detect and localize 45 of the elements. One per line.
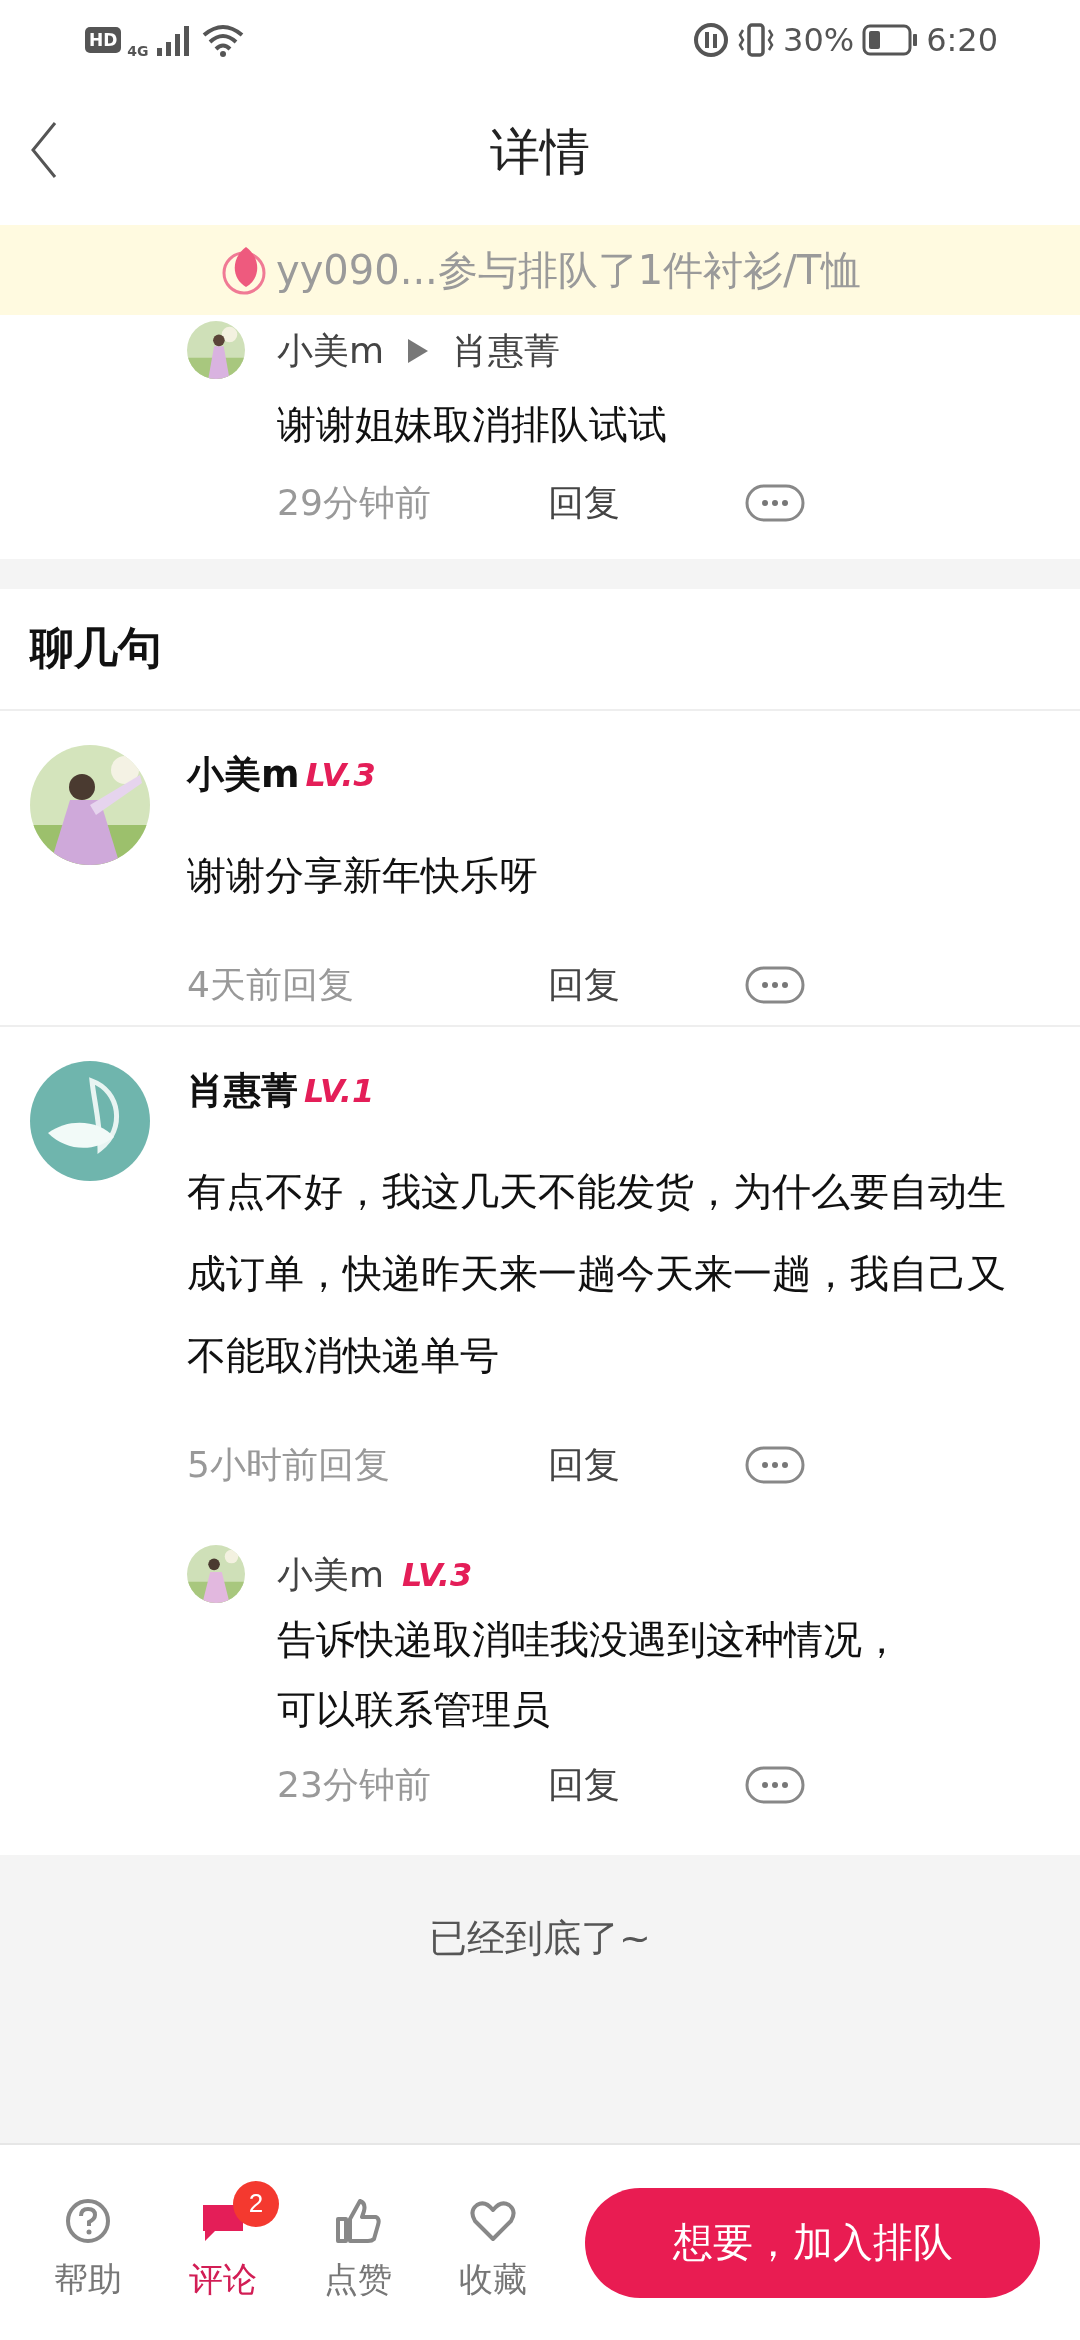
more-icon[interactable]	[745, 1766, 805, 1804]
clock: 6:20	[926, 21, 998, 59]
reply-text: 谢谢姐妹取消排队试试	[277, 401, 668, 449]
wifi-icon	[200, 23, 245, 57]
comment-text: 谢谢分享新年快乐呀	[187, 852, 539, 900]
timestamp: 4天前回复	[187, 962, 355, 1007]
level-tag: LV.3	[402, 1556, 473, 1594]
more-icon[interactable]	[745, 1446, 805, 1484]
reply-link[interactable]: 回复	[548, 478, 745, 528]
network-label: 4G	[127, 43, 149, 59]
reply-link[interactable]: 回复	[548, 1440, 745, 1490]
level-tag: LV.3	[305, 756, 376, 794]
battery-icon	[862, 24, 919, 56]
reply-link[interactable]: 回复	[548, 960, 745, 1010]
author-name: 小美m	[277, 328, 385, 373]
toolbar-tab[interactable]: 帮助	[20, 2178, 155, 2307]
leaf-avatar-icon	[30, 1061, 150, 1181]
more-icon[interactable]	[745, 966, 805, 1004]
reply-text: 告诉快递取消哇我没遇到这种情况，可以联系管理员	[277, 1616, 902, 1734]
thumbs-up-icon	[333, 2196, 382, 2245]
banner-text: yy090...参与排队了1件衬衫/T恤	[276, 245, 862, 295]
more-icon[interactable]	[745, 484, 805, 522]
author-name: 小美m	[187, 752, 300, 798]
level-tag: LV.1	[304, 1072, 375, 1110]
join-queue-button[interactable]: 想要，加入排队	[585, 2187, 1040, 2298]
timestamp: 23分钟前	[277, 1762, 432, 1807]
page-title: 详情	[490, 122, 590, 183]
reply-link[interactable]: 回复	[548, 1760, 745, 1810]
reply-target-name: 肖惠菁	[452, 328, 561, 373]
author-name: 小美m	[277, 1552, 385, 1597]
data-saver-icon	[693, 22, 729, 58]
comment-text: 有点不好，我这几天不能发货，为什么要自动生成订单，快递昨天来一趟今天来一趟，我自己又不能取消快递单号	[187, 1168, 1007, 1380]
author-name: 肖惠菁	[187, 1068, 298, 1114]
battery-percent: 30%	[783, 21, 855, 59]
hd-badge: HD	[85, 27, 122, 53]
vibrate-icon	[737, 22, 775, 58]
toolbar-tab[interactable]: 收藏	[425, 2178, 560, 2307]
end-of-list-text: 已经到底了~	[429, 1915, 651, 1962]
notification-badge: 2	[233, 2180, 279, 2227]
toolbar-tab[interactable]: 评论 2	[155, 2178, 290, 2307]
timestamp: 29分钟前	[277, 480, 432, 525]
section-title: 聊几句	[0, 589, 1080, 711]
help-icon	[63, 2196, 112, 2245]
toolbar-tab[interactable]: 点赞	[290, 2178, 425, 2307]
timestamp: 5小时前回复	[187, 1442, 391, 1487]
